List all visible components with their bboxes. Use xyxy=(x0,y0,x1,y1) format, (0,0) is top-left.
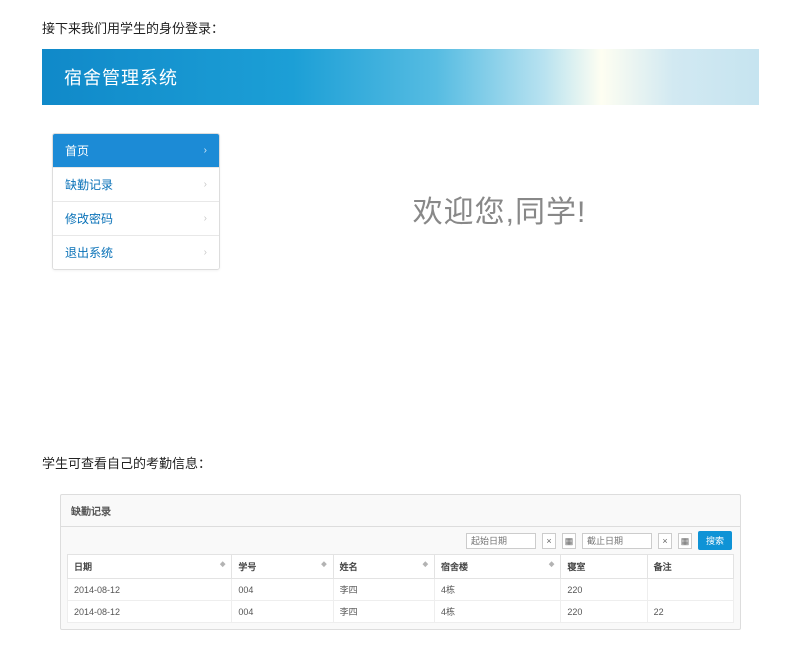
col-label: 备注 xyxy=(654,562,672,572)
cell-date: 2014-08-12 xyxy=(68,601,232,623)
sidebar-item-logout[interactable]: 退出系统 › xyxy=(53,236,219,269)
end-date-input[interactable] xyxy=(582,533,652,549)
cell-room: 220 xyxy=(561,601,647,623)
sidebar: 首页 › 缺勤记录 › 修改密码 › 退出系统 › xyxy=(52,133,220,270)
cell-remark xyxy=(647,579,733,601)
attendance-panel: 缺勤记录 × ▦ × ▦ 搜索 日期 ◆ 学号 ◆ 姓名 ◆ 宿舍楼 ◆ 寝室 备注 2… xyxy=(60,494,741,630)
main-content: 欢迎您,同学! xyxy=(240,133,759,325)
sidebar-item-home[interactable]: 首页 › xyxy=(53,134,219,168)
app-title: 宿舍管理系统 xyxy=(64,64,178,90)
cell-building: 4栋 xyxy=(434,579,560,601)
col-sid[interactable]: 学号 ◆ xyxy=(232,555,333,579)
cell-date: 2014-08-12 xyxy=(68,579,232,601)
cell-sid: 004 xyxy=(232,601,333,623)
table-header-row: 日期 ◆ 学号 ◆ 姓名 ◆ 宿舍楼 ◆ 寝室 备注 xyxy=(68,555,734,579)
cell-name: 李四 xyxy=(333,579,434,601)
calendar-end-icon[interactable]: ▦ xyxy=(678,533,692,549)
sort-icon: ◆ xyxy=(220,560,225,568)
col-name[interactable]: 姓名 ◆ xyxy=(333,555,434,579)
col-label: 寝室 xyxy=(567,562,585,572)
intro-text-2: 学生可查看自己的考勤信息： xyxy=(0,435,801,494)
chevron-right-icon: › xyxy=(204,179,207,190)
attendance-table: 日期 ◆ 学号 ◆ 姓名 ◆ 宿舍楼 ◆ 寝室 备注 2014-08-12 004 李四… xyxy=(67,554,734,623)
col-label: 日期 xyxy=(74,562,92,572)
clear-start-icon[interactable]: × xyxy=(542,533,556,549)
cell-building: 4栋 xyxy=(434,601,560,623)
col-label: 学号 xyxy=(238,562,256,572)
col-label: 姓名 xyxy=(340,562,358,572)
app-header: 宿舍管理系统 xyxy=(42,49,759,105)
table-row: 2014-08-12 004 李四 4栋 220 xyxy=(68,579,734,601)
calendar-start-icon[interactable]: ▦ xyxy=(562,533,576,549)
col-remark[interactable]: 备注 xyxy=(647,555,733,579)
clear-end-icon[interactable]: × xyxy=(658,533,672,549)
sidebar-item-absence[interactable]: 缺勤记录 › xyxy=(53,168,219,202)
col-building[interactable]: 宿舍楼 ◆ xyxy=(434,555,560,579)
cell-remark: 22 xyxy=(647,601,733,623)
sidebar-item-label: 缺勤记录 xyxy=(65,176,113,193)
chevron-right-icon: › xyxy=(204,247,207,258)
sidebar-item-label: 首页 xyxy=(65,142,89,159)
table-row: 2014-08-12 004 李四 4栋 220 22 xyxy=(68,601,734,623)
col-room[interactable]: 寝室 xyxy=(561,555,647,579)
col-label: 宿舍楼 xyxy=(441,562,468,572)
start-date-input[interactable] xyxy=(466,533,536,549)
col-date[interactable]: 日期 ◆ xyxy=(68,555,232,579)
sidebar-item-password[interactable]: 修改密码 › xyxy=(53,202,219,236)
app-body: 首页 › 缺勤记录 › 修改密码 › 退出系统 › 欢迎您,同学! xyxy=(42,105,759,325)
cell-name: 李四 xyxy=(333,601,434,623)
intro-text-1: 接下来我们用学生的身份登录： xyxy=(0,0,801,49)
sort-icon: ◆ xyxy=(423,560,428,568)
sort-icon: ◆ xyxy=(549,560,554,568)
cell-room: 220 xyxy=(561,579,647,601)
panel-title: 缺勤记录 xyxy=(61,495,740,527)
sort-icon: ◆ xyxy=(321,560,326,568)
cell-sid: 004 xyxy=(232,579,333,601)
welcome-message: 欢迎您,同学! xyxy=(413,187,587,271)
sidebar-item-label: 修改密码 xyxy=(65,210,113,227)
search-button[interactable]: 搜索 xyxy=(698,531,732,550)
sidebar-item-label: 退出系统 xyxy=(65,244,113,261)
filter-bar: × ▦ × ▦ 搜索 xyxy=(61,527,740,550)
chevron-right-icon: › xyxy=(204,213,207,224)
chevron-right-icon: › xyxy=(204,145,207,156)
